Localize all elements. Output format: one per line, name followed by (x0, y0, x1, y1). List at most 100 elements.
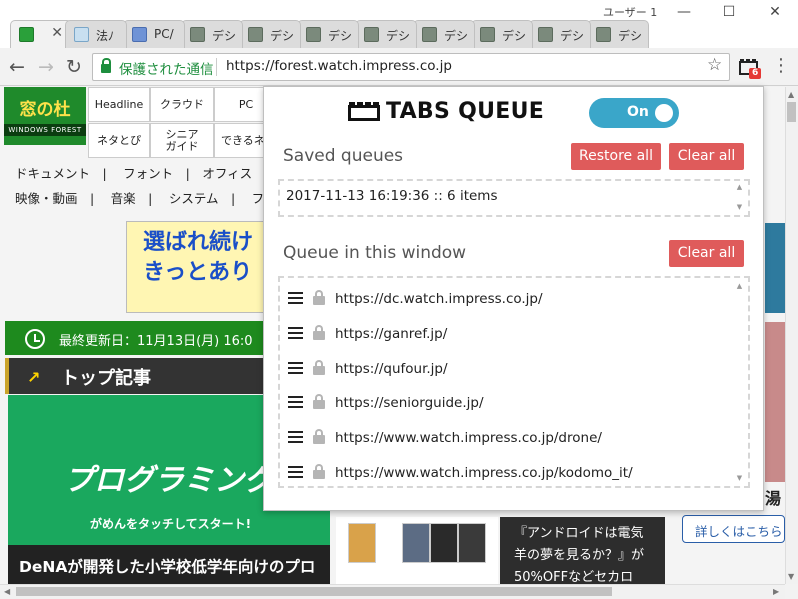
horizontal-scroll-thumb[interactable] (16, 587, 612, 596)
favicon-icon (19, 27, 34, 42)
drag-handle-icon[interactable] (288, 431, 303, 444)
category-row-1[interactable]: ドキュメント | フォント | オフィス | (15, 163, 269, 182)
right-text: 湯 (765, 489, 782, 508)
maximize-button[interactable]: ☐ (714, 4, 744, 24)
lock-icon (313, 359, 325, 375)
site-logo[interactable]: 窓の杜 WINDOWS FOREST (4, 87, 86, 145)
nav-cloud[interactable]: クラウド (150, 87, 214, 122)
saved-queue-entry[interactable]: 2017-11-13 16:19:36 :: 6 items (286, 188, 497, 204)
android-article[interactable]: 『アンドロイドは電気 羊の夢を見るか？』が 50%OFFなどセカロ (500, 517, 665, 584)
right-banner[interactable] (765, 223, 785, 313)
tab[interactable]: デシ (297, 20, 359, 48)
queue-item-url[interactable]: https://www.watch.impress.co.jp/drone/ (335, 430, 602, 446)
tab-label: 法ﾉ (96, 29, 115, 43)
nav-netatopi[interactable]: ネタとぴ (88, 123, 150, 158)
reload-icon[interactable]: ↻ (63, 56, 85, 78)
menu-icon[interactable]: ⋮ (772, 55, 790, 77)
window-close-button[interactable]: ✕ (760, 4, 790, 24)
top-articles-label: トップ記事 (61, 368, 151, 389)
book-thumbnails[interactable] (336, 517, 498, 584)
queue-item-url[interactable]: https://ganref.jp/ (335, 326, 447, 342)
address-separator (216, 58, 217, 76)
queue-item[interactable]: https://www.watch.impress.co.jp/kodomo_i… (288, 456, 728, 490)
right-image[interactable] (765, 322, 785, 482)
scroll-up-arrow-icon[interactable]: ▲ (735, 183, 744, 191)
scroll-down-arrow-icon[interactable]: ▼ (735, 203, 744, 211)
banner-ad[interactable]: 選ばれ続け きっとあり (126, 221, 276, 313)
tab-label: デシ (444, 29, 469, 43)
tab-close-icon[interactable]: ✕ (51, 25, 63, 41)
scroll-up-arrow-icon[interactable]: ▲ (735, 282, 744, 290)
favicon-icon (480, 27, 495, 42)
lock-icon (313, 464, 325, 479)
scroll-down-arrow-icon[interactable]: ▼ (788, 572, 794, 581)
scroll-left-arrow-icon[interactable]: ◀ (4, 587, 10, 596)
tab[interactable]: デシ (471, 20, 533, 48)
queue-item-url[interactable]: https://qufour.jp/ (335, 361, 448, 377)
favicon-icon (422, 27, 437, 42)
tab-label: デシ (618, 29, 643, 43)
back-arrow-icon[interactable]: ← (6, 56, 28, 78)
extension-badge: 6 (749, 68, 762, 79)
hero-caption[interactable]: DeNAが開発した小学校低学年向けのプロ (8, 545, 330, 584)
drag-handle-icon[interactable] (288, 292, 303, 304)
queue-item[interactable]: https://www.watch.impress.co.jp/drone/ (288, 421, 728, 455)
enable-toggle[interactable]: On (589, 98, 679, 128)
queue-item-url[interactable]: https://seniorguide.jp/ (335, 395, 484, 411)
favicon-icon (190, 27, 205, 42)
toggle-label: On (627, 104, 649, 120)
nav-headline[interactable]: Headline (88, 87, 150, 122)
tab[interactable]: デシ (239, 20, 301, 48)
lock-icon (313, 324, 325, 340)
lock-icon (101, 58, 111, 73)
queue-item[interactable]: https://seniorguide.jp/ (288, 386, 728, 420)
nav-senior-guide[interactable]: シニア ガイド (150, 123, 214, 158)
clock-icon (25, 329, 45, 349)
vertical-scrollbar[interactable] (785, 87, 798, 584)
tab[interactable]: デシ (529, 20, 591, 48)
queue-item[interactable]: https://dc.watch.impress.co.jp/ (288, 282, 728, 316)
last-updated-text: 最終更新日：11月13日(月) 16:0 (59, 334, 253, 349)
book-cover (402, 523, 430, 563)
tab-label: デシ (212, 29, 237, 43)
details-button[interactable]: 詳しくはこちら (682, 515, 785, 543)
queue-item-url[interactable]: https://www.watch.impress.co.jp/kodomo_i… (335, 465, 633, 481)
tab[interactable]: 法ﾉ (65, 20, 127, 48)
scroll-up-arrow-icon[interactable]: ▲ (788, 90, 794, 99)
toggle-knob[interactable] (655, 104, 673, 122)
favicon-icon (364, 27, 379, 42)
android-line-2: 羊の夢を見るか？』が (514, 548, 645, 563)
category-row-2[interactable]: 映像・動画 | 音楽 | システム | ファ (15, 188, 277, 207)
queue-item[interactable]: https://ganref.jp/ (288, 317, 728, 351)
tab[interactable]: PC/ (123, 20, 185, 48)
tab-label: デシ (502, 29, 527, 43)
drag-handle-icon[interactable] (288, 361, 303, 374)
favicon-icon (306, 27, 321, 42)
minimize-button[interactable]: — (669, 4, 699, 24)
book-cover (348, 523, 376, 563)
scroll-right-arrow-icon[interactable]: ▶ (773, 587, 779, 596)
book-cover (458, 523, 486, 563)
android-line-3: 50%OFFなどセカロ (514, 570, 634, 584)
tab[interactable]: デシ (355, 20, 417, 48)
queue-item-url[interactable]: https://dc.watch.impress.co.jp/ (335, 291, 543, 307)
clear-all-saved-button[interactable]: Clear all (669, 143, 744, 170)
address-bar[interactable]: 保護された通信 https://forest.watch.impress.co.… (92, 53, 730, 81)
queue-item[interactable]: https://qufour.jp/ (288, 352, 728, 386)
tab-active[interactable]: ✕ (10, 20, 72, 48)
vertical-scroll-thumb[interactable] (787, 102, 796, 122)
forward-arrow-icon[interactable]: → (35, 56, 57, 78)
drag-handle-icon[interactable] (288, 466, 303, 478)
drag-handle-icon[interactable] (288, 326, 303, 339)
bookmark-star-icon[interactable]: ☆ (707, 55, 722, 75)
restore-all-button[interactable]: Restore all (571, 143, 661, 170)
profile-name[interactable]: ユーザー 1 (603, 4, 657, 20)
tab[interactable]: デシ (181, 20, 243, 48)
tab[interactable]: デシ (587, 20, 649, 48)
tab[interactable]: デシ (413, 20, 475, 48)
drag-handle-icon[interactable] (288, 396, 303, 409)
scroll-down-arrow-icon[interactable]: ▼ (735, 474, 744, 482)
tab-label: デシ (560, 29, 585, 43)
clear-all-window-button[interactable]: Clear all (669, 240, 744, 267)
url-text[interactable]: https://forest.watch.impress.co.jp (226, 58, 452, 74)
